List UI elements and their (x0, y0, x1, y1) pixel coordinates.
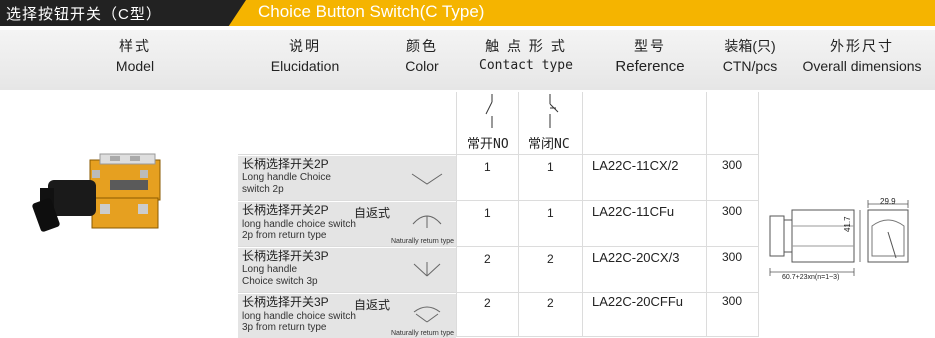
grid-line (238, 292, 758, 293)
header-dims-en: Overall dimensions (802, 58, 922, 74)
header-dims-cn: 外形尺寸 (830, 38, 894, 54)
row-2-note: Naturally return type (390, 238, 454, 245)
row-1-desc-cn: 长柄选择开关2P (242, 157, 329, 171)
row-4-note: Naturally return type (390, 330, 454, 337)
row-1-reference: LA22C-11CX/2 (592, 158, 679, 173)
contact-no-label: 常开NO (467, 137, 509, 152)
header-model-cn: 样式 (119, 38, 151, 54)
row-4-desc: 长柄选择开关3P 自返式 long handle choice switch 3… (238, 294, 456, 338)
title-cn-block: 选择按钮开关（C型） (0, 0, 246, 26)
header-model: 样式 Model (95, 36, 175, 74)
header-contact-cn: 触 点 形 式 (485, 38, 567, 54)
row-4-desc-cn: 长柄选择开关3P (242, 295, 329, 309)
row-1-desc-en2: switch 2p (242, 184, 284, 195)
row-3-desc: 长柄选择开关3P Long handle Choice switch 3p (238, 248, 456, 292)
three-position-icon (413, 262, 441, 277)
grid-line (238, 246, 758, 247)
header-elucidation-cn: 说明 (289, 38, 321, 54)
row-3-nc: 2 (547, 252, 554, 266)
dim-height-label: 41.7 (843, 216, 852, 232)
row-1-nc: 1 (547, 160, 554, 174)
header-reference-cn: 型号 (634, 38, 666, 54)
header-dims: 外形尺寸 Overall dimensions (792, 36, 932, 74)
chevron-down-icon (411, 173, 443, 185)
header-contact: 触 点 形 式 Contact type (466, 36, 586, 73)
row-4-nc: 2 (547, 296, 554, 310)
grid-line (758, 92, 759, 337)
header-elucidation: 说明 Elucidation (255, 36, 355, 74)
row-3-desc-en1: Long handle (242, 264, 298, 275)
dim-width-label: 29.9 (880, 197, 896, 206)
header-ctn-cn: 装箱(只) (724, 38, 776, 54)
grid-line (456, 92, 457, 337)
row-1-desc: 长柄选择开关2P Long handle Choice switch 2p (238, 156, 456, 200)
grid-line (706, 92, 707, 337)
nc-contact-symbol-icon (549, 94, 559, 128)
row-2-reference: LA22C-11CFu (592, 204, 675, 219)
row-3-no: 2 (484, 252, 491, 266)
contact-nc-label: 常闭NC (528, 137, 570, 152)
row-2-desc-en2: 2p from return type (242, 230, 327, 241)
grid-line (582, 92, 583, 337)
row-3-desc-en2: Choice switch 3p (242, 276, 318, 287)
return-arrow-icon (412, 215, 442, 228)
header-elucidation-en: Elucidation (270, 58, 340, 74)
title-en: Choice Button Switch(C Type) (258, 2, 485, 21)
product-switch-image (32, 153, 161, 232)
row-1-no: 1 (484, 160, 491, 174)
row-2-desc-en1: long handle choice switch (242, 219, 356, 230)
row-3-reference: LA22C-20CX/3 (592, 250, 680, 265)
row-2-ctn: 300 (722, 204, 743, 218)
grid-line (238, 200, 758, 201)
header-color-en: Color (405, 58, 439, 74)
row-1-desc-en1: Long handle Choice (242, 172, 331, 183)
row-2-self-return: 自返式 (354, 206, 391, 220)
row-2-no: 1 (484, 206, 491, 220)
row-2-desc: 长柄选择开关2P 自返式 long handle choice switch 2… (238, 202, 456, 246)
header-color: 颜色 Color (392, 36, 452, 74)
header-model-en: Model (115, 58, 155, 74)
row-4-ctn: 300 (722, 294, 743, 308)
row-2-desc-cn: 长柄选择开关2P (242, 203, 329, 217)
dim-length-label: 60.7+23xn(n=1~3) (782, 274, 840, 281)
row-1-ctn: 300 (722, 158, 743, 172)
row-2-nc: 1 (547, 206, 554, 220)
header-ctn-en: CTN/pcs (722, 58, 778, 74)
row-4-no: 2 (484, 296, 491, 310)
title-cn: 选择按钮开关（C型） (6, 6, 162, 23)
header-reference: 型号 Reference (600, 36, 700, 75)
header-reference-en: Reference (615, 58, 685, 75)
header-contact-en: Contact type (479, 58, 573, 73)
row-4-self-return: 自返式 (354, 298, 391, 312)
return-three-position-icon (413, 306, 441, 323)
grid-line (518, 92, 519, 337)
row-3-desc-cn: 长柄选择开关3P (242, 249, 329, 263)
header-ctn: 装箱(只) CTN/pcs (712, 36, 788, 74)
no-contact-symbol-icon (485, 94, 493, 128)
header-color-cn: 颜色 (406, 38, 438, 54)
grid-line (238, 154, 758, 155)
row-4-desc-en1: long handle choice switch (242, 311, 356, 322)
row-4-reference: LA22C-20CFFu (592, 294, 684, 309)
row-3-ctn: 300 (722, 250, 743, 264)
row-4-desc-en2: 3p from return type (242, 322, 327, 333)
